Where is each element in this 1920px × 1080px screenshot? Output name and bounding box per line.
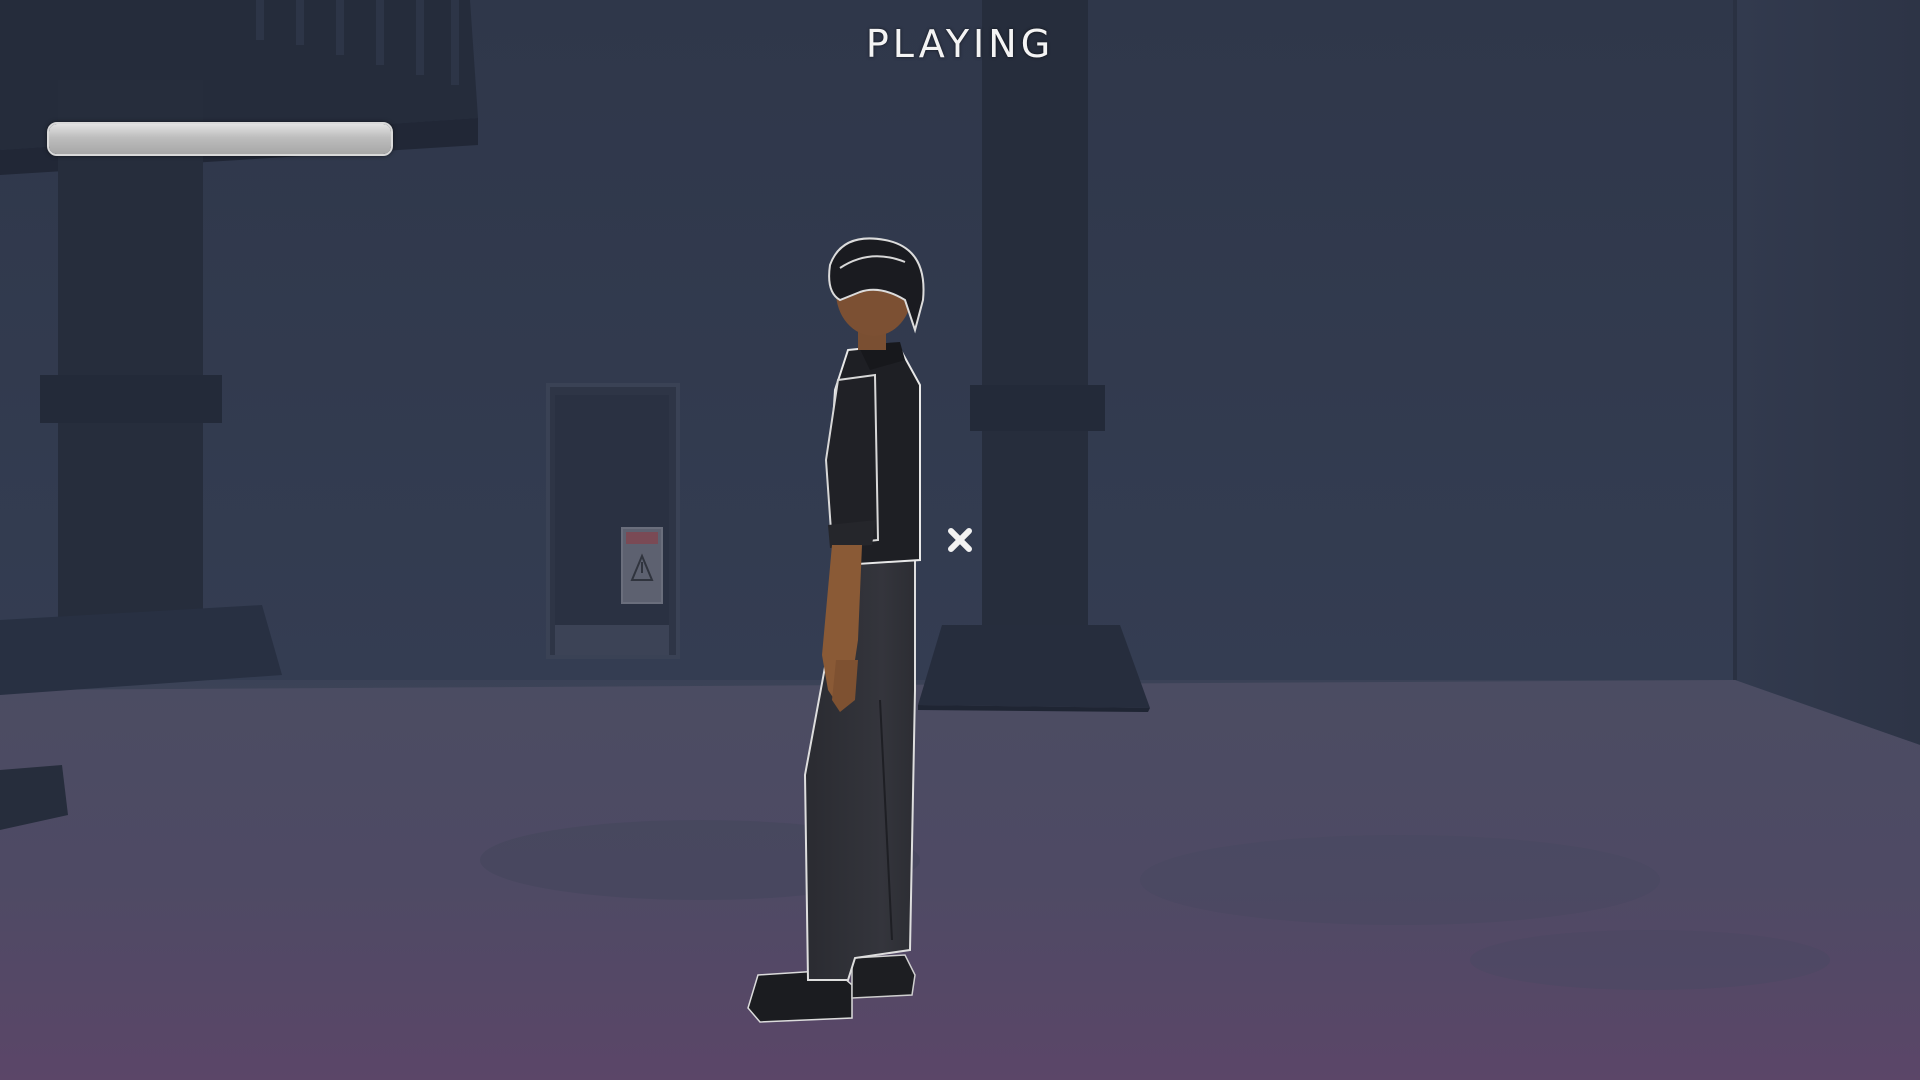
game-viewport[interactable]: PLAYING: [0, 0, 1920, 1080]
right-wall: [1735, 0, 1920, 745]
health-bar: [47, 122, 393, 156]
left-pillar: [58, 80, 203, 620]
game-status-label: PLAYING: [865, 22, 1055, 66]
center-pillar: [982, 0, 1088, 630]
x-crosshair-icon: [948, 528, 972, 552]
health-bar-fill: [49, 124, 391, 154]
